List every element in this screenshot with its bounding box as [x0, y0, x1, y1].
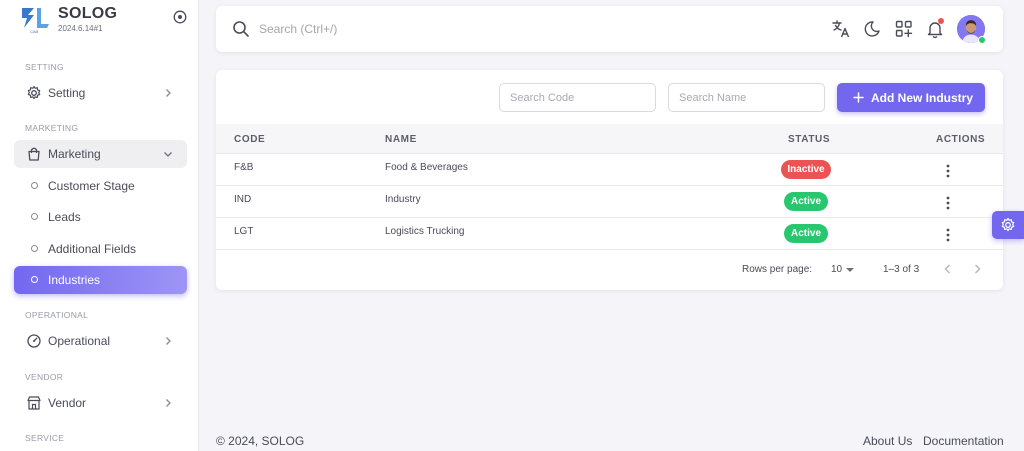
kebab-icon[interactable] [943, 195, 953, 211]
sidebar-item-label: Leads [48, 210, 81, 224]
topbar: Search (Ctrl+/) [216, 6, 1003, 52]
section-header-marketing: MARKETING [25, 123, 79, 133]
chevron-right-icon [166, 337, 171, 345]
status-badge: Active [784, 224, 828, 243]
circle-icon [31, 245, 38, 252]
table-row[interactable]: F&B Food & Beverages Inactive [216, 154, 1003, 186]
circle-icon [31, 213, 38, 220]
bag-icon [28, 147, 40, 161]
moon-icon[interactable] [862, 19, 882, 39]
brand-name: SOLOG [58, 5, 118, 22]
chevron-right-icon [166, 89, 171, 97]
gauge-icon [27, 334, 41, 348]
section-header-operational: OPERATIONAL [25, 310, 89, 320]
sidebar-item-label: Setting [48, 86, 86, 100]
plus-icon [853, 92, 864, 103]
brand-version: 2024.6.14#1 [58, 24, 103, 33]
section-header-service: SERVICE [25, 433, 65, 443]
chevron-right-icon [166, 399, 171, 407]
brand[interactable]: CAB SOLOG 2024.6.14#1 [20, 4, 190, 34]
cell-name: Industry [385, 194, 421, 205]
search-icon[interactable] [232, 20, 250, 38]
sidebar-item-additional-fields[interactable]: Additional Fields [14, 235, 187, 263]
sidebar-item-label: Operational [48, 334, 111, 348]
status-badge: Inactive [781, 160, 831, 179]
add-button-label: Add New Industry [871, 91, 974, 105]
global-search-input[interactable]: Search (Ctrl+/) [259, 22, 337, 36]
kebab-icon[interactable] [943, 227, 953, 243]
chevron-down-icon [164, 152, 172, 157]
online-status-indicator [978, 36, 986, 44]
copyright-text: © 2024, SOLOG [216, 434, 305, 448]
sidebar-item-label: Marketing [48, 147, 101, 161]
sidebar-item-label: Vendor [48, 396, 87, 410]
column-header-code[interactable]: CODE [234, 134, 265, 145]
circle-icon [31, 182, 38, 189]
sidebar-item-setting[interactable]: Setting [14, 79, 187, 107]
cell-name: Logistics Trucking [385, 226, 465, 237]
table-row[interactable]: LGT Logistics Trucking Active [216, 218, 1003, 250]
rows-per-page-select[interactable]: 10 [831, 264, 842, 275]
theme-customizer-button[interactable] [992, 211, 1024, 239]
add-new-industry-button[interactable]: Add New Industry [837, 83, 985, 112]
logo-icon: CAB [22, 8, 49, 34]
collapse-icon[interactable] [173, 10, 187, 24]
column-header-name[interactable]: NAME [385, 134, 417, 145]
grid-plus-icon[interactable] [894, 19, 914, 39]
store-icon [27, 396, 41, 410]
chevron-right-icon[interactable] [970, 262, 984, 276]
caret-down-icon[interactable] [846, 268, 854, 272]
sidebar-item-marketing[interactable]: Marketing [14, 140, 187, 168]
sidebar-item-industries[interactable]: Industries [14, 266, 187, 294]
cell-code: F&B [234, 162, 254, 173]
sidebar-item-customer-stage[interactable]: Customer Stage [14, 172, 187, 200]
notification-badge [938, 18, 944, 24]
sidebar-item-leads[interactable]: Leads [14, 203, 187, 231]
column-header-actions: ACTIONS [936, 134, 986, 145]
sidebar-item-vendor[interactable]: Vendor [14, 389, 187, 417]
gear-icon [27, 85, 41, 100]
status-badge: Active [784, 192, 828, 211]
about-us-link[interactable]: About Us [863, 434, 912, 448]
section-header-setting: SETTING [25, 62, 64, 72]
pagination-range: 1–3 of 3 [883, 264, 920, 275]
table-pagination: Rows per page: 10 1–3 of 3 [216, 252, 1003, 288]
gear-icon [1001, 217, 1015, 232]
industries-card: Add New Industry CODE NAME STATUS ACTION… [216, 70, 1003, 290]
circle-icon [31, 276, 38, 283]
column-header-status[interactable]: STATUS [788, 134, 830, 145]
search-code-input[interactable] [499, 83, 656, 112]
sidebar-item-label: Additional Fields [48, 242, 137, 256]
sidebar: CAB SOLOG 2024.6.14#1 SETTING Setting MA… [0, 0, 199, 451]
table-header: CODE NAME STATUS ACTIONS [216, 124, 1003, 154]
table-row[interactable]: IND Industry Active [216, 186, 1003, 218]
cell-code: LGT [234, 226, 254, 237]
rows-per-page-label: Rows per page: [742, 264, 813, 275]
sidebar-item-operational[interactable]: Operational [14, 327, 187, 355]
sidebar-item-label: Industries [48, 273, 101, 287]
cell-code: IND [234, 194, 252, 205]
cell-name: Food & Beverages [385, 162, 468, 173]
documentation-link[interactable]: Documentation [923, 434, 1004, 448]
translate-icon[interactable] [831, 19, 851, 39]
sidebar-item-label: Customer Stage [48, 179, 135, 193]
section-header-vendor: VENDOR [25, 372, 64, 382]
chevron-left-icon[interactable] [941, 262, 955, 276]
search-name-input[interactable] [668, 83, 825, 112]
svg-text:CAB: CAB [30, 29, 39, 34]
kebab-icon[interactable] [943, 163, 953, 179]
